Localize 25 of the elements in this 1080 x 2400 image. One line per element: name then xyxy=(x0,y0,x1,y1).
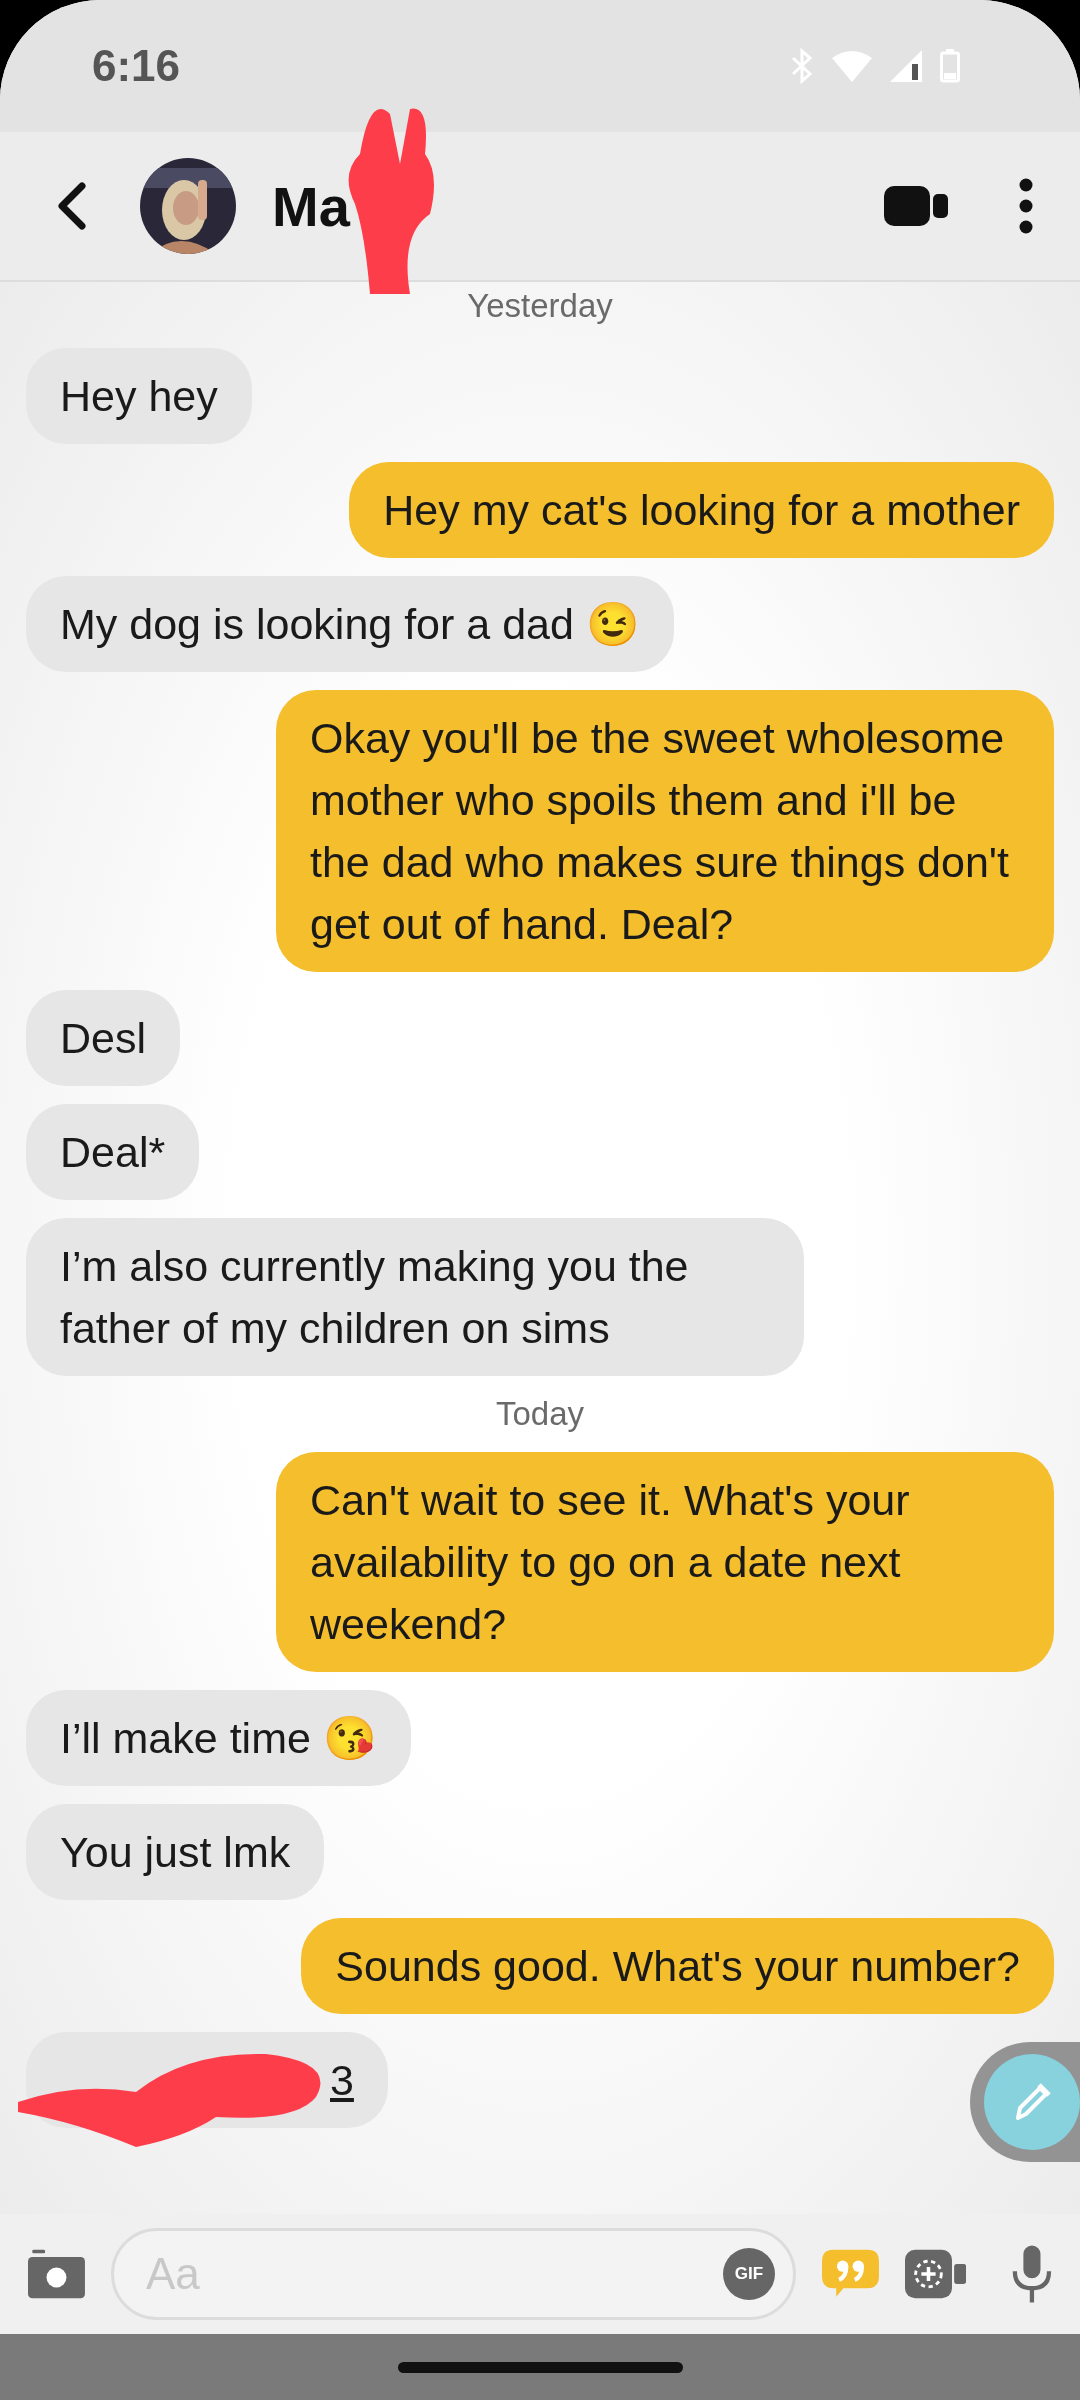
more-options-icon[interactable] xyxy=(1018,178,1034,234)
bluetooth-icon xyxy=(790,48,814,84)
received-message: Hey hey xyxy=(26,348,252,444)
contact-name[interactable]: Ma xyxy=(272,173,350,239)
received-message: My dog is looking for a dad 😉 xyxy=(26,576,674,672)
received-message: You just lmk xyxy=(26,1804,325,1900)
date-divider: Today xyxy=(495,1394,585,1434)
video-call-icon[interactable] xyxy=(884,186,948,226)
signal-icon xyxy=(890,50,922,82)
sent-message: Okay you'll be the sweet wholesome mother who spoils them and i'll be the dad who makes sure things don't get out of hand. Deal? xyxy=(276,690,1054,972)
gif-button[interactable]: GIF xyxy=(722,2248,775,2300)
pencil-button[interactable] xyxy=(984,2054,1080,2150)
sent-message: Hey my cat's looking for a mother xyxy=(349,462,1054,558)
wifi-icon xyxy=(832,50,872,82)
received-message: I’m also currently making you the father of my children on sims xyxy=(26,1218,804,1376)
status-time: 6:16 xyxy=(92,41,181,91)
date-divider: Yesterday xyxy=(467,286,613,326)
battery-icon xyxy=(940,49,960,83)
received-message: Desl xyxy=(26,990,181,1086)
home-indicator[interactable] xyxy=(397,2361,683,2373)
sent-message: Can't wait to see it. What's your availability to go on a date next weekend? xyxy=(276,1452,1054,1672)
received-message: I’ll make time 😘 xyxy=(26,1690,411,1786)
back-icon[interactable] xyxy=(56,182,86,230)
sent-message: Sounds good. What's your number? xyxy=(301,1918,1054,2014)
received-message: Deal* xyxy=(26,1104,200,1200)
